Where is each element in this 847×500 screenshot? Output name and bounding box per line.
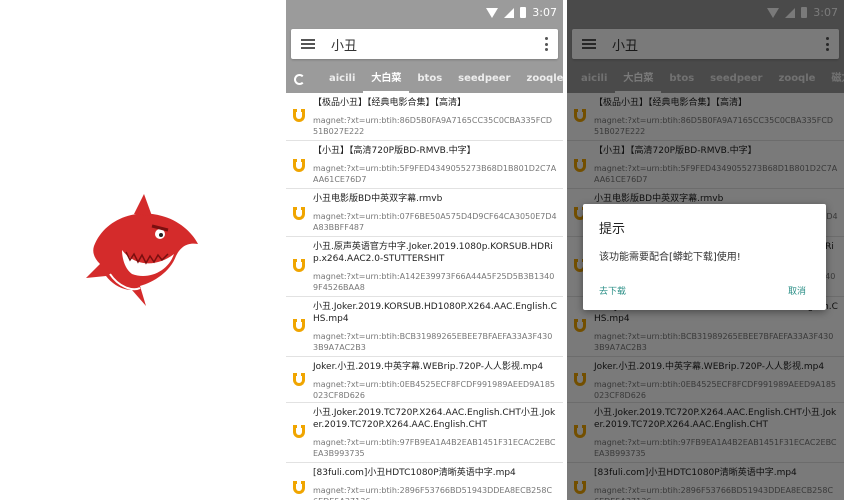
dialog-title: 提示 — [599, 222, 626, 237]
tab-zooqle[interactable]: zooqle — [519, 65, 564, 93]
magnet-icon — [292, 259, 306, 273]
list-item[interactable]: Joker.小丑.2019.中英字幕.WEBrip.720P-人人影视.mp4 … — [286, 357, 563, 403]
magnet-icon — [292, 159, 306, 173]
app-bar: 小丑 aicili 大白菜 btos seedpeer zooqle — [286, 25, 563, 93]
signal-icon — [504, 7, 515, 18]
item-title: Joker.小丑.2019.中英字幕.WEBrip.720P-人人影视.mp4 — [313, 362, 544, 372]
list-item[interactable]: 小丑电影版BD中英双字幕.rmvb magnet:?xt=urn:btih:07… — [286, 189, 563, 237]
status-time: 3:07 — [532, 6, 557, 19]
item-title: 小丑电影版BD中英双字幕.rmvb — [313, 194, 443, 204]
tab-aicili[interactable]: aicili — [321, 65, 363, 93]
list-item[interactable]: 小丑.Joker.2019.TC720P.X264.AAC.English.CH… — [286, 403, 563, 463]
list-item[interactable]: 【小丑】【高清720P版BD-RMVB.中字】 magnet:?xt=urn:b… — [286, 141, 563, 189]
item-link: magnet:?xt=urn:btih:2896F53766BD51943DDE… — [313, 486, 553, 500]
item-link: magnet:?xt=urn:btih:A142E39973F66A44A5F2… — [313, 272, 555, 292]
refresh-icon[interactable] — [294, 73, 305, 85]
dialog-message: 该功能需要配合[蟒蛇下载]使用! — [599, 252, 741, 263]
magnet-icon — [292, 109, 306, 123]
list-item[interactable]: 【极品小丑】【经典电影合集】【高清】 magnet:?xt=urn:btih:8… — [286, 93, 563, 141]
item-title: 小丑.Joker.2019.TC720P.X264.AAC.English.CH… — [313, 408, 556, 430]
magnet-icon — [292, 207, 306, 221]
results-list: 【极品小丑】【经典电影合集】【高清】 magnet:?xt=urn:btih:8… — [286, 93, 563, 500]
list-item[interactable]: [83fuli.com]小丑HDTC1080P清晰英语中字.mp4 magnet… — [286, 463, 563, 500]
magnet-icon — [292, 373, 306, 387]
hamburger-menu-icon[interactable] — [301, 39, 315, 49]
item-title: [83fuli.com]小丑HDTC1080P清晰英语中字.mp4 — [313, 468, 516, 478]
item-link: magnet:?xt=urn:btih:07F6BE50A575D4D9CF64… — [313, 212, 557, 232]
item-title: 小丑.原声英语官方中字.Joker.2019.1080p.KORSUB.HDRi… — [313, 242, 553, 264]
status-bar: 3:07 — [286, 0, 563, 25]
item-link: magnet:?xt=urn:btih:5F9FED4349055273B68D… — [313, 164, 557, 184]
go-download-button[interactable]: 去下载 — [599, 284, 626, 297]
more-options-icon[interactable] — [544, 37, 548, 51]
alert-dialog: 提示 该功能需要配合[蟒蛇下载]使用! 去下载 取消 — [583, 204, 826, 310]
source-tabs: aicili 大白菜 btos seedpeer zooqle — [286, 65, 563, 93]
magnet-icon — [292, 425, 306, 439]
item-title: 【小丑】【高清720P版BD-RMVB.中字】 — [313, 146, 476, 156]
list-item[interactable]: 小丑.原声英语官方中字.Joker.2019.1080p.KORSUB.HDRi… — [286, 237, 563, 297]
tab-dabaicai[interactable]: 大白菜 — [363, 65, 410, 93]
item-link: magnet:?xt=urn:btih:86D5B0FA9A7165CC35C0… — [313, 116, 553, 136]
list-item[interactable]: 小丑.Joker.2019.KORSUB.HD1080P.X264.AAC.En… — [286, 297, 563, 357]
search-query[interactable]: 小丑 — [331, 35, 544, 54]
item-title: 【极品小丑】【经典电影合集】【高清】 — [313, 98, 467, 108]
cancel-button[interactable]: 取消 — [788, 284, 806, 297]
phone-screen-results: 3:07 小丑 aicili 大白菜 btos seedpeer zooqle … — [286, 0, 563, 500]
wifi-icon — [486, 7, 499, 18]
item-link: magnet:?xt=urn:btih:BCB31989265EBEE7BFAE… — [313, 332, 553, 352]
magnet-icon — [292, 319, 306, 333]
battery-icon — [520, 7, 527, 18]
item-link: magnet:?xt=urn:btih:97FB9EA1A4B2EAB1451F… — [313, 438, 556, 458]
phone-screen-dialog: 3:07 小丑 aicili 大白菜 btos seedpeer zooqle … — [567, 0, 844, 500]
item-title: 小丑.Joker.2019.KORSUB.HD1080P.X264.AAC.En… — [313, 302, 557, 324]
magnet-icon — [292, 481, 306, 495]
shark-logo-icon — [86, 194, 198, 306]
tab-btos[interactable]: btos — [409, 65, 450, 93]
tab-seedpeer[interactable]: seedpeer — [450, 65, 518, 93]
item-link: magnet:?xt=urn:btih:0EB4525ECF8FCDF99198… — [313, 380, 555, 400]
search-bar[interactable]: 小丑 — [291, 29, 558, 59]
